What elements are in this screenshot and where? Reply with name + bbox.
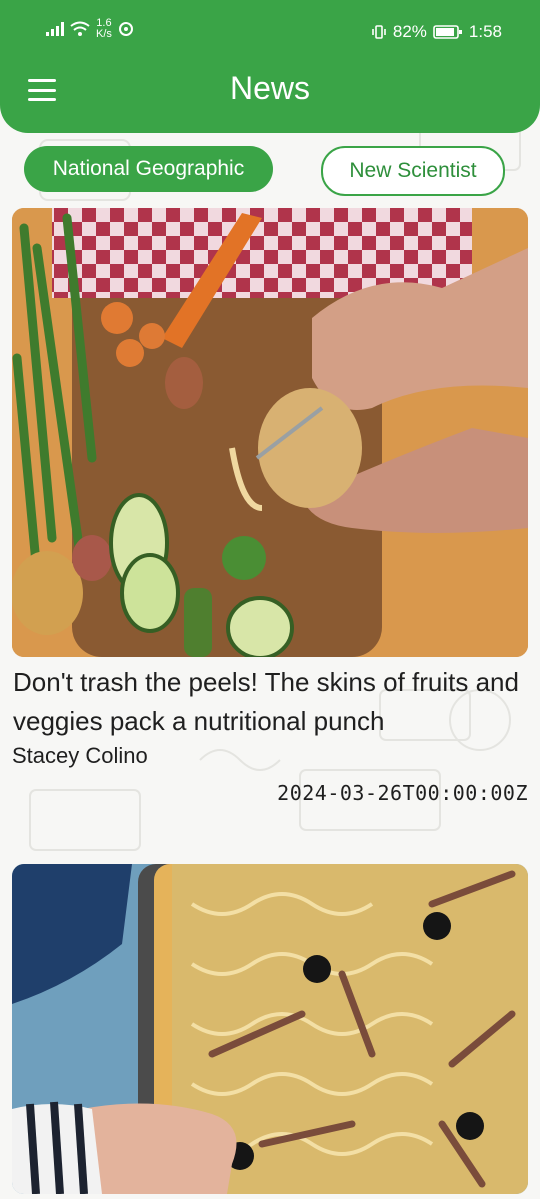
- app-bar: 1.6 K/s 82% 1:58 News: [0, 0, 540, 133]
- network-speed-unit: K/s: [96, 28, 112, 40]
- vegetable-peeling-photo: [12, 208, 528, 657]
- onion-anchovy-tart-photo: [12, 864, 528, 1194]
- article-card[interactable]: [12, 864, 528, 1194]
- article-date: 2024-03-26T00:00:00Z: [277, 781, 528, 805]
- network-speed: 1.6 K/s: [96, 18, 112, 40]
- wifi-icon: [70, 21, 90, 36]
- page-title: News: [229, 70, 310, 106]
- article-headline[interactable]: Don't trash the peels! The skins of frui…: [12, 663, 528, 741]
- tab-new-scientist[interactable]: New Scientist: [321, 146, 505, 196]
- signal-icon: [46, 22, 64, 36]
- clock: 1:58: [468, 22, 502, 41]
- article-author: Stacey Colino: [12, 743, 148, 768]
- status-bar-right: 82% 1:58: [371, 22, 502, 42]
- article-card[interactable]: Don't trash the peels! The skins of frui…: [12, 208, 528, 805]
- status-bar-left: 1.6 K/s: [46, 18, 134, 40]
- battery-icon: [433, 25, 462, 39]
- tab-national-geographic[interactable]: National Geographic: [24, 146, 273, 192]
- vibrate-icon: [372, 25, 386, 39]
- battery-percent: 82%: [392, 22, 427, 41]
- source-tabs: National Geographic New Scientist: [0, 146, 540, 196]
- settings-gear-icon: [118, 22, 133, 36]
